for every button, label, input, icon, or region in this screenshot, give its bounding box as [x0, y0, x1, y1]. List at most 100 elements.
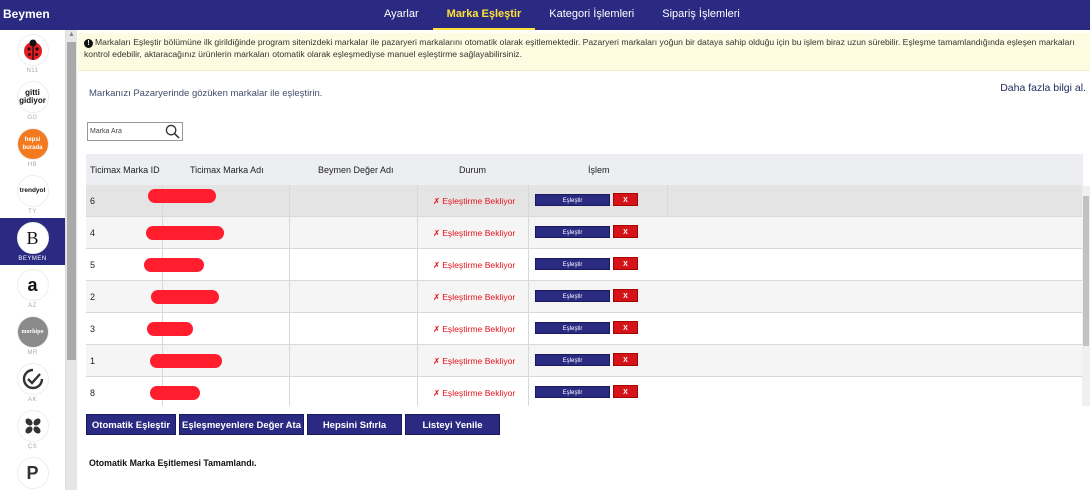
- sidebar-scrollbar[interactable]: ▲: [66, 30, 77, 490]
- more-info-link[interactable]: Daha fazla bilgi al.: [1000, 82, 1086, 94]
- status-text: Eşleştirme Bekliyor: [442, 324, 516, 334]
- sidebar-item-pazarama[interactable]: P: [0, 453, 65, 490]
- cell-divider: [417, 313, 418, 345]
- cell-divider: [667, 185, 668, 217]
- table-scrollbar[interactable]: [1082, 186, 1090, 406]
- sidebar-item-mr[interactable]: morhipo MR: [0, 312, 65, 359]
- sidebar-item-cs[interactable]: ÇS: [0, 406, 65, 453]
- match-button[interactable]: Eşleştir: [535, 322, 610, 334]
- sidebar-item-n11[interactable]: N11: [0, 30, 65, 77]
- status-text: Eşleştirme Bekliyor: [442, 292, 516, 302]
- status-text: Eşleştirme Bekliyor: [442, 260, 516, 270]
- nav-category-ops[interactable]: Kategori İşlemleri: [535, 0, 648, 30]
- search-icon[interactable]: [165, 124, 180, 139]
- cross-icon: ✗: [433, 388, 441, 398]
- cell-divider: [528, 345, 529, 377]
- cell-divider: [528, 249, 529, 281]
- cell-divider: [528, 217, 529, 249]
- redacted-brand-name: [144, 258, 204, 272]
- redacted-brand-name: [147, 322, 193, 336]
- match-button[interactable]: Eşleştir: [535, 226, 610, 238]
- cell-brand-id: 8: [90, 388, 96, 398]
- sidebar-item-beymen[interactable]: B BEYMEN: [0, 218, 65, 265]
- cell-divider: [417, 377, 418, 406]
- status-cell: ✗ Eşleştirme Bekliyor: [433, 388, 515, 399]
- reset-all-button[interactable]: Hepsini Sıfırla: [307, 414, 402, 435]
- match-button[interactable]: Eşleştir: [535, 354, 610, 366]
- brand-title: Beymen: [3, 7, 50, 21]
- cell-brand-id: 5: [90, 260, 96, 270]
- refresh-list-button[interactable]: Listeyi Yenile: [405, 414, 500, 435]
- match-button[interactable]: Eşleştir: [535, 386, 610, 398]
- cell-divider: [289, 217, 290, 249]
- sidebar-item-az[interactable]: a AZ: [0, 265, 65, 312]
- redacted-brand-name: [151, 290, 219, 304]
- nav-order-ops[interactable]: Sipariş İşlemleri: [648, 0, 754, 30]
- top-bar: Beymen Ayarlar Marka Eşleştir Kategori İ…: [0, 0, 1090, 30]
- sidebar-item-ak[interactable]: AK: [0, 359, 65, 406]
- remove-button[interactable]: X: [613, 321, 638, 334]
- remove-button[interactable]: X: [613, 193, 638, 206]
- match-button[interactable]: Eşleştir: [535, 258, 610, 270]
- cell-divider: [289, 313, 290, 345]
- sidebar-code: AK: [27, 397, 37, 403]
- notice-text: Markaları Eşleştir bölümüne ilk girildiğ…: [84, 37, 1075, 59]
- remove-button[interactable]: X: [613, 385, 638, 398]
- main-nav: Ayarlar Marka Eşleştir Kategori İşlemler…: [370, 0, 754, 30]
- table-row: 1 ✗ Eşleştirme Bekliyor Eşleştir X: [86, 345, 1083, 377]
- table-row: 4 ✗ Eşleştirme Bekliyor Eşleştir X: [86, 217, 1083, 249]
- assign-unmatched-button[interactable]: Eşleşmeyenlere Değer Ata: [179, 414, 304, 435]
- redacted-brand-name: [150, 354, 222, 368]
- brand-search-box: [87, 122, 183, 141]
- remove-button[interactable]: X: [613, 289, 638, 302]
- sidebar-item-hb[interactable]: hepsi burada HB: [0, 124, 65, 171]
- cross-icon: ✗: [433, 292, 441, 302]
- redacted-brand-name: [148, 189, 216, 203]
- pazarama-logo: P: [16, 457, 49, 489]
- cell-brand-id: 4: [90, 228, 96, 238]
- remove-button[interactable]: X: [613, 353, 638, 366]
- cell-divider: [528, 281, 529, 313]
- ciceksepeti-logo: [16, 410, 49, 442]
- cross-icon: ✗: [433, 260, 441, 270]
- amazon-logo: a: [16, 269, 49, 301]
- col-header-action: İşlem: [588, 165, 610, 175]
- sidebar-item-gg[interactable]: gitti gidiyor GG: [0, 77, 65, 124]
- cell-divider: [528, 185, 529, 217]
- brand-search-input[interactable]: [90, 125, 164, 138]
- match-button[interactable]: Eşleştir: [535, 194, 610, 206]
- remove-button[interactable]: X: [613, 225, 638, 238]
- beymen-logo: B: [16, 222, 49, 254]
- nav-brand-match[interactable]: Marka Eşleştir: [432, 0, 536, 30]
- nav-settings[interactable]: Ayarlar: [370, 0, 433, 30]
- sidebar-code: HB: [27, 162, 38, 168]
- trendyol-logo: trendyol: [16, 175, 49, 207]
- page-subtitle: Markanızı Pazaryerinde gözüken markalar …: [89, 88, 323, 99]
- sidebar-item-ty[interactable]: trendyol TY: [0, 171, 65, 218]
- sidebar-scroll-thumb[interactable]: [67, 42, 76, 360]
- status-text: Eşleştirme Bekliyor: [442, 388, 516, 398]
- status-cell: ✗ Eşleştirme Bekliyor: [433, 324, 515, 335]
- auto-match-button[interactable]: Otomatik Eşleştir: [86, 414, 176, 435]
- cell-divider: [417, 249, 418, 281]
- status-message: Otomatik Marka Eşitlemesi Tamamlandı.: [89, 458, 257, 468]
- remove-button[interactable]: X: [613, 257, 638, 270]
- cell-divider: [528, 313, 529, 345]
- status-cell: ✗ Eşleştirme Bekliyor: [433, 228, 515, 239]
- cell-divider: [417, 281, 418, 313]
- cell-divider: [417, 185, 418, 217]
- scroll-up-icon[interactable]: ▲: [68, 31, 75, 38]
- table-scroll-thumb[interactable]: [1083, 196, 1089, 346]
- morhipo-logo: morhipo: [16, 316, 49, 348]
- sidebar-code: N11: [26, 68, 39, 74]
- info-icon: !: [84, 39, 93, 48]
- marketplace-sidebar: N11 gitti gidiyor GG hepsi burada HB tre…: [0, 30, 66, 490]
- table-header: Ticimax Marka ID Ticimax Marka Adı Beyme…: [86, 154, 1083, 185]
- gittigidiyor-logo: gitti gidiyor: [16, 81, 49, 113]
- cell-divider: [289, 281, 290, 313]
- sidebar-code: MR: [27, 350, 38, 356]
- cell-brand-id: 3: [90, 324, 96, 334]
- sidebar-code: ÇS: [27, 444, 38, 450]
- action-bar: Otomatik Eşleştir Eşleşmeyenlere Değer A…: [86, 414, 503, 435]
- match-button[interactable]: Eşleştir: [535, 290, 610, 302]
